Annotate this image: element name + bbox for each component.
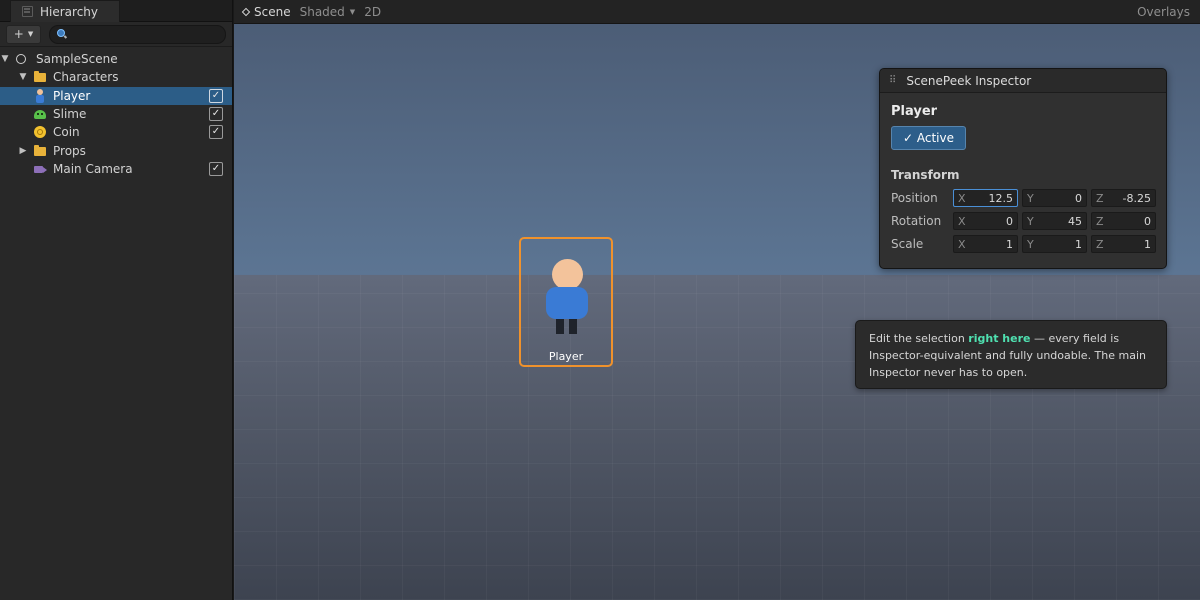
inspector-object-name: Player	[891, 104, 938, 119]
scene-panel: Scene Shaded ▼ 2D Overlays Player ⠿ Scen…	[234, 0, 1200, 600]
rotation-label: Rotation	[891, 214, 942, 228]
hierarchy-icon	[22, 6, 33, 17]
expand-arrow-icon[interactable]: ▼	[0, 54, 10, 64]
player-icon	[33, 89, 47, 103]
coin-icon	[33, 125, 47, 139]
visibility-checkbox[interactable]: ✓	[209, 162, 223, 176]
add-button[interactable]: + ▼	[6, 24, 41, 44]
transform-section-title: Transform	[891, 168, 960, 182]
hierarchy-item-label: Main Camera	[53, 162, 133, 176]
scale-label: Scale	[891, 237, 924, 251]
position-label: Position	[891, 191, 938, 205]
inspector-header[interactable]: ⠿ ScenePeek Inspector	[880, 69, 1166, 93]
visibility-checkbox[interactable]: ✓	[209, 107, 223, 121]
scale-y-field[interactable]: Y1	[1022, 235, 1087, 253]
player-head	[552, 259, 583, 290]
chevron-down-icon[interactable]: ▼	[350, 8, 355, 16]
tab-scene-label: Scene	[254, 4, 291, 19]
hierarchy-item-label: Slime	[53, 107, 87, 121]
player-leg-left	[556, 319, 564, 334]
hierarchy-tabbar: Hierarchy	[0, 0, 232, 22]
tooltip-text-before: Edit the selection	[869, 332, 969, 345]
camera-icon	[33, 162, 47, 176]
toggle-2d-button[interactable]: 2D	[364, 5, 381, 19]
scene-diamond-icon	[241, 7, 251, 16]
hierarchy-toolbar: + ▼	[0, 22, 232, 47]
tooltip-highlight: right here	[968, 332, 1031, 345]
expand-arrow-icon[interactable]: ▼	[18, 72, 28, 82]
visibility-checkbox[interactable]: ✓	[209, 89, 223, 103]
position-y-field[interactable]: Y0	[1022, 189, 1087, 207]
tab-hierarchy[interactable]: Hierarchy	[10, 0, 120, 22]
scale-x-field[interactable]: X1	[953, 235, 1018, 253]
hierarchy-item-label: Props	[53, 144, 86, 158]
scene-viewport[interactable]: Player ⠿ ScenePeek Inspector Player ✓ Ac…	[234, 24, 1200, 600]
expand-arrow-icon[interactable]: ▶	[18, 146, 28, 156]
chevron-down-icon: ▼	[27, 30, 34, 38]
inspector-title: ScenePeek Inspector	[906, 73, 1032, 88]
folder-icon	[33, 70, 47, 84]
hierarchy-item-label: Coin	[53, 125, 80, 139]
slime-icon	[33, 107, 47, 121]
overlays-menu[interactable]: Overlays	[1137, 5, 1190, 19]
scene-toolbar: Scene Shaded ▼ 2D Overlays	[234, 0, 1200, 24]
active-toggle-button[interactable]: ✓ Active	[891, 126, 966, 150]
hierarchy-item-label: Player	[53, 89, 91, 103]
selected-player-object[interactable]: Player	[519, 237, 613, 367]
info-tooltip: Edit the selection right here — every fi…	[855, 320, 1167, 389]
hierarchy-item-characters[interactable]: ▼ Characters	[0, 68, 232, 86]
tab-hierarchy-label: Hierarchy	[40, 4, 99, 19]
scenepeek-inspector-overlay: ⠿ ScenePeek Inspector Player ✓ Active Tr…	[879, 68, 1167, 269]
position-x-field[interactable]: X 12.5	[953, 189, 1018, 207]
visibility-checkbox[interactable]: ✓	[209, 125, 223, 139]
hierarchy-panel: Hierarchy + ▼ ▼ SampleScene ▼ Characters…	[0, 0, 233, 600]
search-input[interactable]	[49, 24, 226, 44]
scale-z-field[interactable]: Z1	[1091, 235, 1156, 253]
shading-mode-dropdown[interactable]: Shaded	[300, 5, 345, 19]
search-icon	[57, 29, 67, 39]
add-button-label: +	[13, 27, 24, 41]
player-body	[546, 287, 588, 319]
player-leg-right	[569, 319, 577, 334]
tab-scene[interactable]: Scene	[241, 4, 291, 19]
scale-row: Scale X1 Y1 Z1	[891, 235, 1161, 253]
hierarchy-item-player[interactable]: Player ✓	[0, 87, 232, 105]
hierarchy-item-label: Characters	[53, 70, 119, 84]
position-row: Position X 12.5 Y0 Z -8.25	[891, 189, 1161, 207]
hierarchy-item-coin[interactable]: Coin ✓	[0, 123, 232, 141]
position-z-field[interactable]: Z -8.25	[1091, 189, 1156, 207]
folder-icon	[33, 144, 47, 158]
rotation-row: Rotation X0 Y 45 Z0	[891, 212, 1161, 230]
drag-handle-icon[interactable]: ⠿	[889, 75, 896, 86]
rotation-z-field[interactable]: Z0	[1091, 212, 1156, 230]
player-name-label: Player	[548, 350, 584, 363]
scene-icon	[16, 54, 26, 64]
hierarchy-item-samplescene[interactable]: ▼ SampleScene	[0, 50, 232, 68]
hierarchy-item-slime[interactable]: Slime ✓	[0, 105, 232, 123]
hierarchy-item-label: SampleScene	[36, 52, 118, 66]
hierarchy-item-main-camera[interactable]: Main Camera ✓	[0, 160, 232, 178]
rotation-x-field[interactable]: X0	[953, 212, 1018, 230]
hierarchy-item-props[interactable]: ▶ Props	[0, 142, 232, 160]
rotation-y-field[interactable]: Y 45	[1022, 212, 1087, 230]
